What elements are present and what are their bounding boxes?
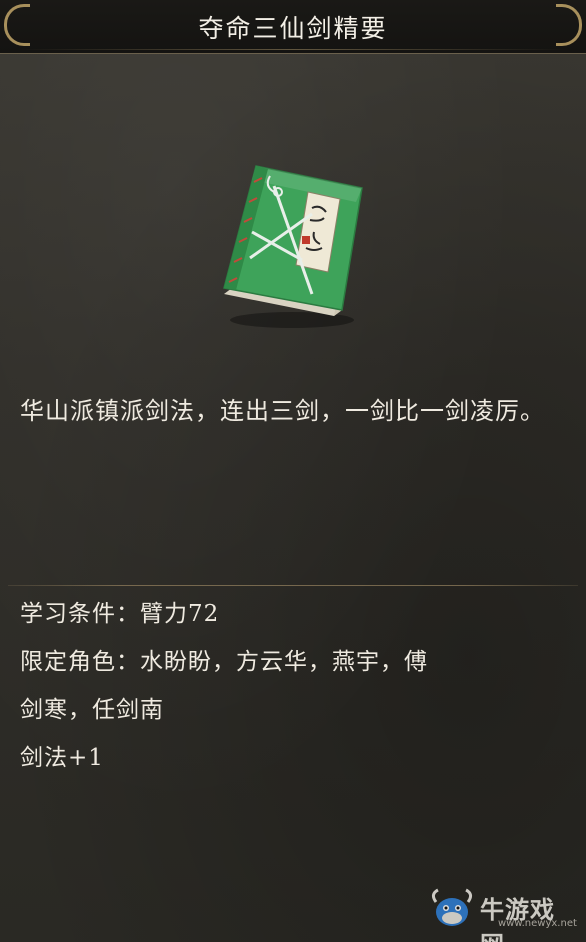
item-requirements: 学习条件：臂力72 限定角色：水盼盼，方云华，燕宇，傅 剑寒，任剑南 剑法+1 [20,590,560,782]
watermark-url: www.newyx.net [498,918,577,929]
item-detail-panel: 夺命三仙剑精要 华山派镇派剑法，连出三剑，一剑比一剑凌厉。 学习条件：臂力72 … [0,0,586,942]
section-divider [8,585,578,586]
item-title: 夺命三仙剑精要 [198,14,388,43]
site-watermark: 牛游戏网 www.newyx.net [428,888,578,942]
limited-roles-line-1: 限定角色：水盼盼，方云华，燕宇，傅 [20,649,428,675]
skill-bonus: 剑法+1 [20,745,104,771]
item-description: 华山派镇派剑法，连出三剑，一剑比一剑凌厉。 [20,397,545,425]
title-bar: 夺命三仙剑精要 [0,0,586,54]
learn-condition: 学习条件：臂力72 [20,601,220,627]
green-martial-arts-book-icon [216,162,364,332]
cow-mascot-icon [431,888,473,926]
watermark-logo-text: 牛游戏网 [480,896,555,942]
limited-roles-line-2: 剑寒，任剑南 [20,697,164,723]
